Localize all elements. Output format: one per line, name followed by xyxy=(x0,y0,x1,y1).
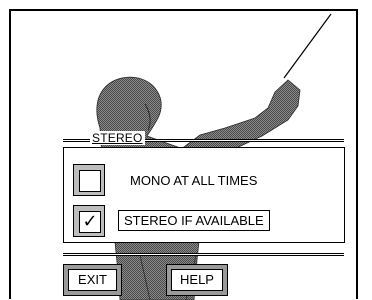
help-button-label[interactable]: HELP xyxy=(171,269,223,291)
stereo-if-available-checkbox[interactable]: ✓ xyxy=(73,205,105,237)
baton-icon xyxy=(283,13,332,79)
check-mark-icon[interactable]: ✓ xyxy=(79,211,101,233)
bottom-separator xyxy=(63,253,344,256)
sound-settings-screen: STEREO MONO AT ALL TIMES ✓ STEREO IF AVA… xyxy=(0,0,372,300)
stereo-if-available-label[interactable]: STEREO IF AVAILABLE xyxy=(118,210,270,231)
mono-at-all-times-label[interactable]: MONO AT ALL TIMES xyxy=(130,173,257,188)
exit-button-label[interactable]: EXIT xyxy=(68,269,117,291)
mono-check-box[interactable] xyxy=(79,170,101,192)
exit-button[interactable]: EXIT xyxy=(63,264,122,296)
mono-at-all-times-checkbox[interactable] xyxy=(73,164,105,196)
help-button[interactable]: HELP xyxy=(166,264,228,296)
stereo-group-label: STEREO xyxy=(90,131,145,145)
